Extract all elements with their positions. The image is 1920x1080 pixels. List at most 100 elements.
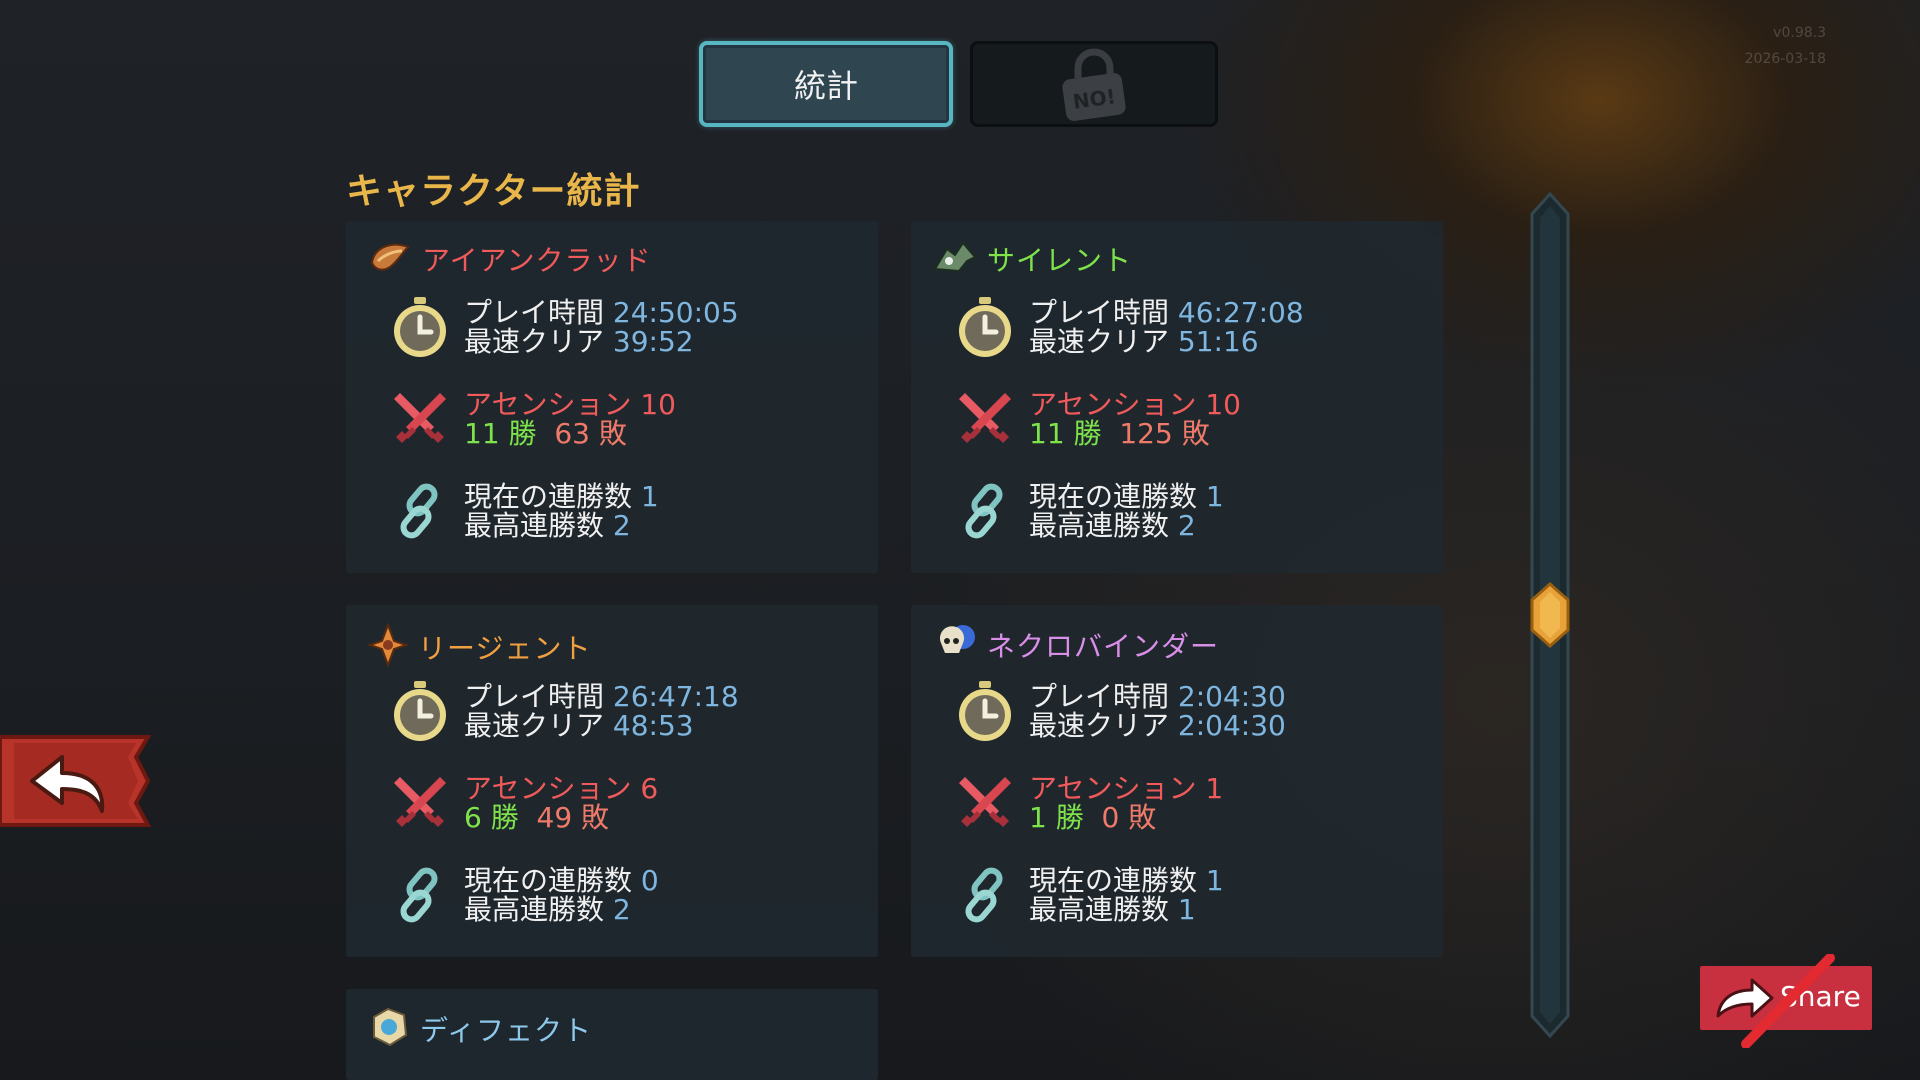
streak-stats: 現在の連勝数 1 最高連勝数 1 [953, 863, 1224, 927]
chain-icon [953, 479, 1017, 543]
time-stats: プレイ時間 46:27:08 最速クリア 51:16 [953, 295, 1304, 359]
crossed-swords-icon [953, 387, 1017, 451]
time-stats: プレイ時間 24:50:05 最速クリア 39:52 [388, 295, 739, 359]
win-loss-line: 11 勝 125 敗 [1029, 419, 1241, 448]
win-loss-line: 11 勝 63 敗 [464, 419, 676, 448]
playtime-line: プレイ時間 2:04:30 [1029, 680, 1286, 713]
best-streak-value: 2 [612, 509, 631, 542]
ascension-line: アセンション 10 [1029, 388, 1241, 421]
crossed-swords-icon [388, 387, 452, 451]
character-card: アイアンクラッドプレイ時間 24:50:05 最速クリア 39:52 アセンション … [346, 221, 878, 573]
stopwatch-icon [388, 679, 452, 743]
current-streak-line: 現在の連勝数 1 [1029, 480, 1224, 513]
share-button[interactable]: Share [1700, 954, 1872, 1048]
character-name: ネクロバインダー [987, 630, 1220, 663]
fastest-clear-line: 最速クリア 51:16 [1029, 325, 1259, 358]
losses-value: 0 敗 [1101, 801, 1157, 834]
current-streak-line: 現在の連勝数 1 [1029, 864, 1224, 897]
tab-stats[interactable]: 統計 [699, 41, 953, 127]
current-streak-line: 現在の連勝数 0 [464, 864, 659, 897]
wins-value: 11 勝 [1029, 417, 1102, 450]
best-streak-value: 2 [1177, 509, 1196, 542]
best-streak-line: 最高連勝数 2 [464, 893, 631, 926]
chain-icon [388, 479, 452, 543]
silent-icon [933, 239, 977, 279]
streak-stats: 現在の連勝数 1 最高連勝数 2 [388, 479, 659, 543]
losses-value: 125 敗 [1119, 417, 1210, 450]
playtime-line: プレイ時間 24:50:05 [464, 296, 739, 329]
playtime-line: プレイ時間 26:47:18 [464, 680, 739, 713]
win-loss-line: 1 勝 0 敗 [1029, 803, 1223, 832]
losses-value: 63 敗 [554, 417, 627, 450]
scrollbar-thumb[interactable] [1530, 581, 1570, 649]
character-header: サイレント [933, 239, 1132, 279]
ascension-stats: アセンション 10 11 勝 63 敗 [388, 387, 676, 451]
fastest-clear-line: 最速クリア 39:52 [464, 325, 694, 358]
character-name: ディフェクト [420, 1014, 593, 1047]
ascension-stats: アセンション 66 勝 49 敗 [388, 771, 658, 835]
version-number: v0.98.3 [1773, 25, 1826, 41]
ironclad-icon [368, 239, 412, 279]
time-stats: プレイ時間 2:04:30 最速クリア 2:04:30 [953, 679, 1286, 743]
character-card: サイレント プレイ時間 46:27:08 最速クリア 51:16 アセンション 10 1… [911, 221, 1443, 573]
fastest-clear-value: 2:04:30 [1177, 709, 1286, 742]
best-streak-line: 最高連勝数 2 [1029, 509, 1196, 542]
version-info: v0.98.3 2026-03-18 [1745, 20, 1826, 72]
crossed-swords-icon [953, 771, 1017, 835]
version-date: 2026-03-18 [1744, 51, 1826, 67]
ascension-line: アセンション 6 [464, 772, 659, 805]
fastest-clear-line: 最速クリア 2:04:30 [1029, 709, 1286, 742]
necrobinder-icon [933, 623, 977, 667]
stopwatch-icon [953, 679, 1017, 743]
current-streak-line: 現在の連勝数 1 [464, 480, 659, 513]
disabled-slash-icon [1741, 954, 1835, 1048]
defect-icon [368, 1007, 410, 1051]
character-header: アイアンクラッド [368, 239, 651, 279]
character-header: ネクロバインダー [933, 623, 1219, 667]
current-streak-value: 1 [1205, 480, 1224, 513]
back-button[interactable] [0, 733, 152, 829]
character-card: ネクロバインダープレイ時間 2:04:30 最速クリア 2:04:30 アセンション… [911, 605, 1443, 957]
current-streak-value: 1 [1205, 864, 1224, 897]
stopwatch-icon [953, 295, 1017, 359]
character-card: ディフェクト [346, 989, 878, 1080]
best-streak-value: 1 [1177, 893, 1196, 926]
character-name: サイレント [987, 244, 1133, 277]
fastest-clear-line: 最速クリア 48:53 [464, 709, 694, 742]
regent-icon [366, 622, 410, 671]
fastest-clear-value: 51:16 [1177, 325, 1259, 358]
character-header: ディフェクト [368, 1007, 592, 1051]
crossed-swords-icon [388, 771, 452, 835]
tab-locked[interactable]: NO! [970, 41, 1218, 127]
fastest-clear-value: 39:52 [612, 325, 694, 358]
character-name: アイアンクラッド [422, 244, 652, 277]
character-card: リージェントプレイ時間 26:47:18 最速クリア 48:53 アセンション 66… [346, 605, 878, 957]
best-streak-line: 最高連勝数 2 [464, 509, 631, 542]
ascension-stats: アセンション 11 勝 0 敗 [953, 771, 1223, 835]
losses-value: 49 敗 [536, 801, 610, 834]
wins-value: 1 勝 [1029, 801, 1084, 834]
current-streak-value: 1 [640, 480, 659, 513]
section-title: キャラクター統計 [346, 171, 641, 212]
chain-icon [953, 863, 1017, 927]
playtime-line: プレイ時間 46:27:08 [1029, 296, 1304, 329]
fastest-clear-value: 48:53 [612, 709, 694, 742]
chain-icon [388, 863, 452, 927]
ascension-stats: アセンション 10 11 勝 125 敗 [953, 387, 1241, 451]
best-streak-line: 最高連勝数 1 [1029, 893, 1196, 926]
character-header: リージェント [366, 622, 592, 671]
time-stats: プレイ時間 26:47:18 最速クリア 48:53 [388, 679, 739, 743]
win-loss-line: 6 勝 49 敗 [464, 803, 658, 832]
streak-stats: 現在の連勝数 1 最高連勝数 2 [953, 479, 1224, 543]
ascension-line: アセンション 1 [1029, 772, 1224, 805]
best-streak-value: 2 [612, 893, 631, 926]
wins-value: 6 勝 [464, 801, 519, 834]
stopwatch-icon [388, 295, 452, 359]
wins-value: 11 勝 [464, 417, 537, 450]
streak-stats: 現在の連勝数 0 最高連勝数 2 [388, 863, 659, 927]
tab-stats-label: 統計 [793, 67, 858, 105]
scrollbar[interactable] [1530, 192, 1570, 1038]
current-streak-value: 0 [640, 864, 659, 897]
padlock-icon: NO! [1062, 48, 1126, 121]
character-name: リージェント [418, 632, 592, 665]
